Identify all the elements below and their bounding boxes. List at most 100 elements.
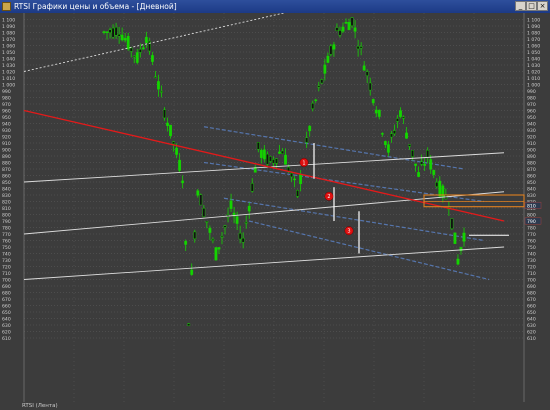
footer-label: RTSI (Лента) [22,403,58,409]
y-tick-label-left: 750 [2,245,11,251]
y-tick-label-right: 850 [527,180,536,186]
candle-body [154,76,157,79]
y-tick-label-left: 760 [2,239,11,245]
candle-body [217,247,221,250]
y-tick-label-right: 1 030 [527,63,540,69]
y-tick-label-right: 1 010 [527,76,540,82]
y-tick-label-left: 630 [2,323,11,329]
candle-body [365,71,369,76]
candle-body [247,205,251,212]
candle-body [338,30,342,36]
y-tick-label-right: 900 [527,148,536,154]
y-tick-label-right: 990 [527,89,536,95]
candle-body [281,150,284,155]
y-tick-label-left: 830 [2,193,11,199]
candle-body [250,183,254,192]
y-tick-label-left: 1 010 [2,76,15,82]
y-tick-label-left: 990 [2,89,11,95]
y-tick-label-left: 620 [2,330,11,336]
candle-body [344,21,348,24]
candle-body [114,27,118,36]
minimize-button[interactable]: _ [515,1,526,11]
y-tick-label-right: 680 [527,291,536,297]
y-tick-label-right: 830 [527,193,536,199]
y-tick-label-right: 760 [527,239,536,245]
y-tick-label-right: 630 [527,323,536,329]
candle-body [129,47,133,52]
y-tick-label-right: 690 [527,284,536,290]
candle-body [326,55,330,63]
candle-body [241,237,245,243]
candle-body [199,194,203,206]
candle-body [429,159,433,170]
y-tick-label-left: 880 [2,161,11,167]
candle-body [205,221,209,223]
y-tick-label-left: 850 [2,180,11,186]
y-tick-label-left: 960 [2,109,11,115]
y-tick-label-right: 940 [527,122,536,128]
candle-body [160,91,163,93]
y-tick-label-left: 770 [2,232,11,238]
y-tick-label-left: 720 [2,265,11,271]
candle-body [202,208,206,217]
candle-body [268,156,272,162]
y-tick-label-left: 790 [2,219,11,225]
chart-window: RTSI Графики цены и объема - [Дневной] _… [0,0,550,410]
candle-body [453,232,457,244]
candle-body [335,27,339,31]
price-chart[interactable]: 1 100 1 1001 090 1 0901 080 1 0801 070 1 070… [0,13,550,410]
y-tick-label-left: 780 [2,226,11,232]
candle-body [359,46,363,49]
candle-body [138,49,142,53]
window-title: RTSI Графики цены и объема - [Дневной] [14,2,177,11]
maximize-button[interactable]: □ [526,1,537,11]
y-tick-label-left: 800 [2,213,11,219]
candle-body [211,239,215,241]
candle-body [214,247,218,261]
y-tick-label-right: 880 [527,161,536,167]
y-tick-label-right: 1 000 [527,83,540,89]
y-tick-label-right: 1 040 [527,57,540,63]
y-tick-label-left: 940 [2,122,11,128]
y-tick-label-left: 970 [2,102,11,108]
candle-body [320,79,324,84]
candle-body [262,149,266,160]
y-tick-label-left: 1 090 [2,24,15,30]
candle-body [411,150,414,157]
marker-label: 3 [347,229,350,235]
y-tick-label-right: 870 [527,167,536,173]
y-tick-label-right: 970 [527,102,536,108]
y-tick-label-right: 840 [527,187,536,193]
y-tick-label-left: 700 [2,278,11,284]
y-tick-label-right: 980 [527,96,536,102]
candle-body [220,236,224,238]
candle-body [399,110,402,117]
y-tick-label-left: 650 [2,310,11,316]
candle-body [284,154,287,165]
y-tick-label-left: 840 [2,187,11,193]
price-tag-label: 810 [527,203,536,209]
candle-body [402,116,405,119]
y-tick-label-right: 710 [527,271,536,277]
candle-body [368,82,372,91]
y-tick-label-right: 770 [527,232,536,238]
candle-body [196,190,200,196]
candle-body [144,36,148,44]
candle-body [259,150,263,158]
candle-body [208,227,212,233]
app-icon [2,2,11,11]
candle-body [426,150,430,158]
candle-body [123,38,127,41]
y-tick-label-left: 820 [2,200,11,206]
candle-body [141,47,145,50]
candle-body [350,17,354,26]
close-button[interactable]: × [537,1,548,11]
y-tick-label-left: 610 [2,336,11,342]
candle-body [299,174,303,185]
title-bar[interactable]: RTSI Графики цены и объема - [Дневной] _… [0,0,550,13]
y-tick-label-left: 900 [2,148,11,154]
candle-body [405,132,408,139]
candle-body [438,180,442,197]
y-tick-label-right: 700 [527,278,536,284]
y-tick-label-right: 930 [527,128,536,134]
